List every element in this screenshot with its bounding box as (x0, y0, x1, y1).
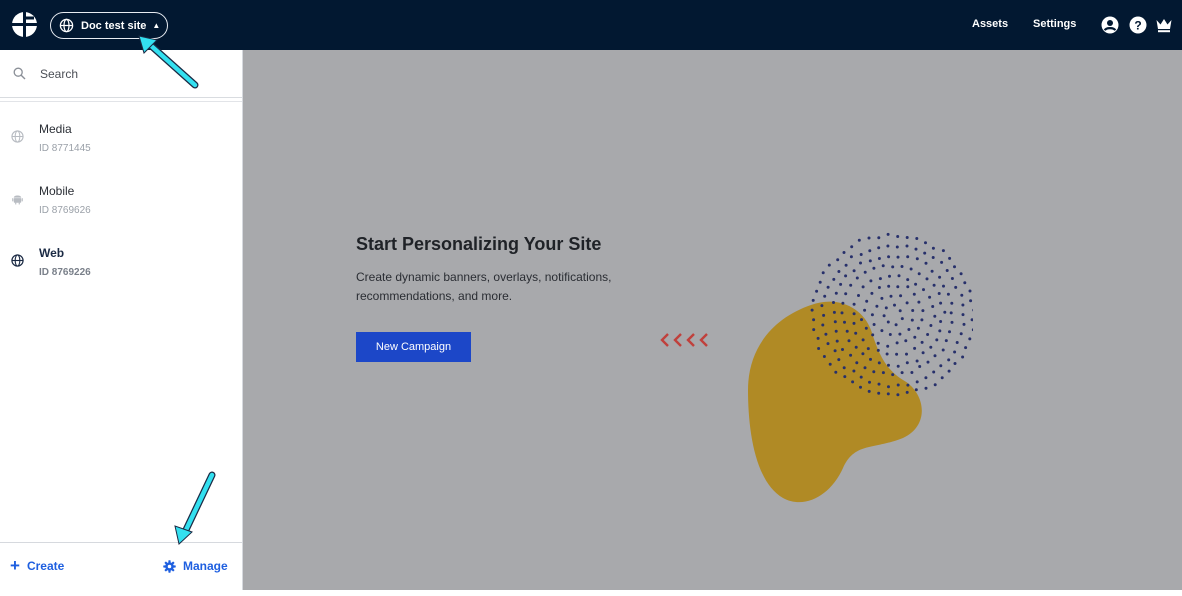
bottom-strip (0, 590, 1182, 596)
site-selector[interactable]: Doc test site ▲ (50, 12, 168, 39)
hero-description: Create dynamic banners, overlays, notifi… (356, 270, 612, 303)
assets-link[interactable]: Assets (972, 18, 1008, 30)
svg-text:?: ? (1134, 19, 1141, 33)
globe-icon (59, 18, 74, 33)
site-name: Media (39, 122, 72, 136)
site-item-media[interactable]: Media ID 8771445 (0, 116, 242, 172)
user-icon[interactable] (1101, 16, 1119, 34)
search-icon (13, 67, 26, 80)
sidebar: Media ID 8771445 Mobile ID 8769626 Web (0, 50, 243, 590)
site-selector-label: Doc test site (81, 19, 147, 32)
search-bar (0, 50, 242, 98)
globe-icon (11, 254, 24, 267)
gear-icon (163, 559, 176, 573)
app-root: Doc test site ▲ Assets Settings ? Search… (0, 0, 1182, 596)
site-id: ID 8769226 (39, 267, 91, 278)
caret-up-icon: ▲ (152, 21, 161, 30)
android-icon (12, 195, 23, 205)
site-name: Web (39, 246, 65, 260)
divider (0, 101, 242, 102)
search-input[interactable] (40, 64, 230, 84)
main-panel: Start Personalizing Your Site Create dyn… (243, 50, 1182, 590)
site-item-web[interactable]: Web ID 8769226 (0, 240, 242, 296)
site-id: ID 8769626 (39, 205, 91, 216)
chevrons-left-icon (660, 333, 708, 347)
help-icon[interactable]: ? (1129, 16, 1147, 34)
site-item-mobile[interactable]: Mobile ID 8769626 (0, 178, 242, 234)
sidebar-footer: + Create Manage (0, 542, 242, 590)
create-label: Create (26, 559, 65, 573)
site-id: ID 8771445 (39, 143, 91, 154)
decorative-illustration (748, 232, 973, 503)
new-campaign-button[interactable]: New Campaign (356, 332, 471, 362)
manage-button[interactable]: Manage (163, 559, 228, 573)
manage-label: Manage (183, 559, 228, 573)
plus-icon: + (10, 556, 20, 575)
crown-icon[interactable] (1155, 16, 1173, 34)
create-button[interactable]: + Create (10, 556, 65, 575)
globe-icon (11, 130, 24, 143)
site-name: Mobile (39, 184, 75, 198)
settings-link[interactable]: Settings (1033, 18, 1076, 30)
hero-title: Start Personalizing Your Site (356, 234, 602, 254)
logo-icon[interactable] (12, 12, 37, 37)
top-bar: Doc test site ▲ Assets Settings ? (0, 0, 1182, 50)
